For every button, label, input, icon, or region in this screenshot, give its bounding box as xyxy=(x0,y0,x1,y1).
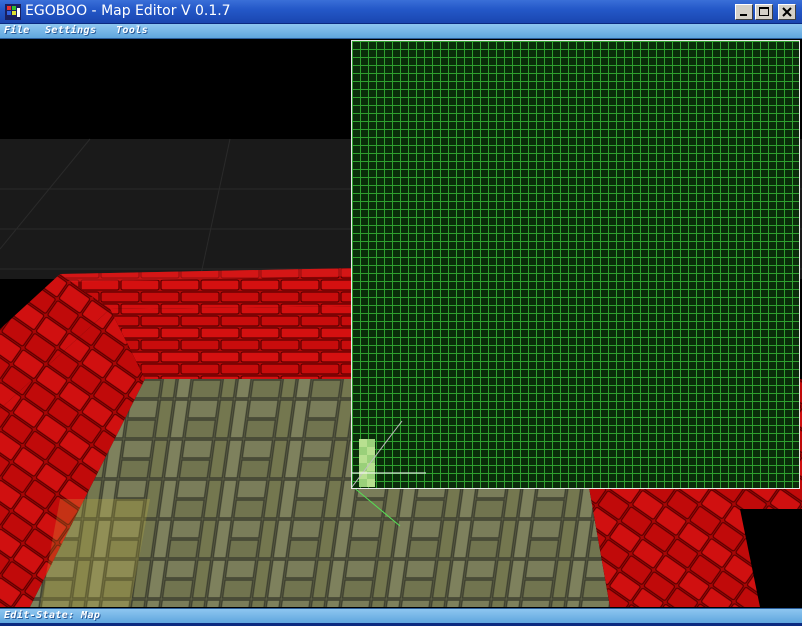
minimize-icon xyxy=(740,14,747,16)
map-grid-overlay xyxy=(352,420,426,488)
minimize-button[interactable] xyxy=(735,4,753,20)
selected-tiles xyxy=(359,439,375,487)
menu-tools[interactable]: Tools xyxy=(116,25,148,36)
window-title: EGOBOO - Map Editor V 0.1.7 xyxy=(25,3,231,19)
edit-state-label: Edit-State: Map xyxy=(4,610,101,621)
title-bar[interactable]: EGOBOO - Map Editor V 0.1.7 xyxy=(0,0,802,24)
maximize-icon xyxy=(759,7,769,16)
map-grid-panel[interactable] xyxy=(351,40,800,489)
menu-settings[interactable]: Settings xyxy=(45,25,96,36)
close-button[interactable] xyxy=(778,4,796,20)
close-icon xyxy=(782,7,792,17)
menu-file[interactable]: File xyxy=(4,25,30,36)
status-bar: Edit-State: Map xyxy=(0,608,802,623)
menu-bar: File Settings Tools xyxy=(0,24,802,39)
egoboo-app-icon xyxy=(5,4,21,20)
maximize-button[interactable] xyxy=(755,4,773,20)
